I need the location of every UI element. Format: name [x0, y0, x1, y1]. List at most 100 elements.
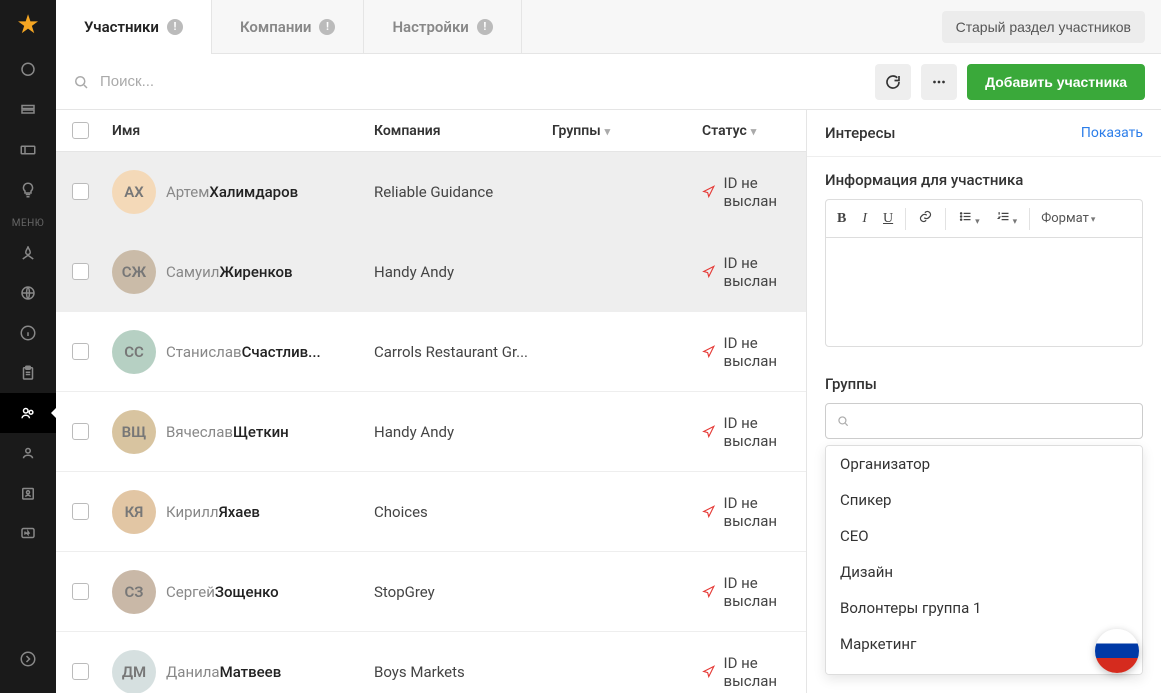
info-label: Информация для участника	[825, 171, 1143, 189]
bold-button[interactable]: B	[830, 207, 853, 231]
info-section: Информация для участника B I U ▾ ▾	[807, 157, 1161, 361]
tab-label: Настройки	[392, 18, 468, 36]
rail-icon-idea[interactable]	[0, 170, 56, 210]
row-checkbox[interactable]	[72, 343, 89, 360]
status-text: ID не выслан	[724, 334, 806, 370]
table-row[interactable]: СЗСергей ЗощенкоStopGreyID не выслан	[56, 552, 806, 632]
table-row[interactable]: ВЩВячеслав ЩеткинHandy AndyID не выслан	[56, 392, 806, 472]
search-wrap	[72, 73, 865, 91]
rail-icon-globe[interactable]	[0, 273, 56, 313]
company-cell: Choices	[374, 503, 552, 521]
dropdown-item[interactable]: Маркетинг	[826, 626, 1142, 662]
send-icon	[702, 664, 716, 679]
format-dropdown[interactable]: Формат▾	[1035, 207, 1101, 230]
rail-icon-chat[interactable]	[0, 50, 56, 90]
last-name: Матвеев	[220, 663, 282, 681]
table-row[interactable]: КЯКирилл ЯхаевChoicesID не выслан	[56, 472, 806, 552]
show-link[interactable]: Показать	[1081, 125, 1143, 141]
col-header-name[interactable]: Имя	[102, 123, 374, 139]
company-cell: Boys Markets	[374, 663, 552, 681]
add-participant-button[interactable]: Добавить участника	[967, 64, 1145, 100]
tab-badge-icon: !	[477, 19, 493, 35]
content-area: Участники ! Компании ! Настройки ! Стары…	[56, 0, 1161, 693]
groups-search	[825, 403, 1143, 439]
col-header-company[interactable]: Компания	[374, 123, 552, 139]
rte-separator	[905, 208, 906, 230]
rail-icon-camp[interactable]	[0, 233, 56, 273]
underline-button[interactable]: U	[876, 207, 900, 231]
avatar: ВЩ	[112, 410, 156, 454]
tab-label: Компании	[240, 18, 311, 36]
rte-separator	[945, 208, 946, 230]
row-checkbox[interactable]	[72, 423, 89, 440]
tab-badge-icon: !	[167, 19, 183, 35]
tabs-row: Участники ! Компании ! Настройки ! Стары…	[56, 0, 1161, 54]
row-checkbox[interactable]	[72, 263, 89, 280]
col-header-status[interactable]: Статус▾	[702, 123, 806, 139]
company-cell: Reliable Guidance	[374, 183, 552, 201]
italic-button[interactable]: I	[855, 207, 874, 231]
search-input[interactable]	[100, 73, 865, 90]
link-button[interactable]	[911, 205, 940, 232]
row-checkbox[interactable]	[72, 583, 89, 600]
tab-participants[interactable]: Участники !	[56, 0, 212, 54]
status-text: ID не выслан	[724, 574, 806, 610]
dropdown-item[interactable]: Спикер	[826, 482, 1142, 518]
rail-icon-collapse[interactable]	[0, 639, 56, 679]
search-icon	[836, 414, 850, 428]
dropdown-item[interactable]: CEO	[826, 518, 1142, 554]
table-header: Имя Компания Группы▾ Статус▾	[56, 110, 806, 152]
row-checkbox[interactable]	[72, 663, 89, 680]
col-header-groups[interactable]: Группы▾	[552, 123, 702, 139]
interests-label: Интересы	[825, 124, 895, 142]
row-checkbox[interactable]	[72, 503, 89, 520]
tab-companies[interactable]: Компании !	[212, 0, 364, 54]
tab-settings[interactable]: Настройки !	[364, 0, 521, 54]
language-flag-button[interactable]	[1095, 629, 1139, 673]
table-row[interactable]: АХАртем ХалимдаровReliable GuidanceID не…	[56, 152, 806, 232]
dropdown-item[interactable]: Дизайн	[826, 554, 1142, 590]
more-icon	[930, 73, 948, 91]
groups-search-input[interactable]	[858, 413, 1132, 429]
rail-icon-clipboard[interactable]	[0, 353, 56, 393]
table-row[interactable]: ДМДанила МатвеевBoys MarketsID не выслан	[56, 632, 806, 693]
send-icon	[702, 424, 716, 439]
rail-icon-ticket[interactable]	[0, 130, 56, 170]
rail-icon-users[interactable]	[0, 393, 56, 433]
rail-icon-vk[interactable]	[0, 513, 56, 553]
tab-badge-icon: !	[319, 19, 335, 35]
row-checkbox[interactable]	[72, 183, 89, 200]
send-icon	[702, 344, 716, 359]
more-button[interactable]	[921, 64, 957, 100]
ol-list-icon	[996, 209, 1011, 224]
table-area: Имя Компания Группы▾ Статус▾ АХАртем Хал…	[56, 110, 807, 693]
table-body[interactable]: АХАртем ХалимдаровReliable GuidanceID не…	[56, 152, 806, 693]
status-text: ID не выслан	[724, 654, 806, 690]
dropdown-item[interactable]: Волонтеры группа 1	[826, 590, 1142, 626]
select-all-checkbox[interactable]	[72, 122, 89, 139]
rail-icon-badge[interactable]	[0, 473, 56, 513]
avatar: СЗ	[112, 570, 156, 614]
rail-icon-archive[interactable]	[0, 90, 56, 130]
avatar: СЖ	[112, 250, 156, 294]
dropdown-item[interactable]: Менеджмент	[826, 662, 1142, 675]
last-name: Зощенко	[215, 583, 279, 601]
ol-list-button[interactable]: ▾	[989, 205, 1025, 232]
app-star-icon[interactable]: ★	[16, 10, 39, 40]
company-cell: StopGrey	[374, 583, 552, 601]
old-section-button[interactable]: Старый раздел участников	[942, 11, 1145, 43]
rail-icon-info[interactable]	[0, 313, 56, 353]
status-text: ID не выслан	[724, 254, 806, 290]
table-row[interactable]: СЖСамуил ЖиренковHandy AndyID не выслан	[56, 232, 806, 312]
ul-list-button[interactable]: ▾	[951, 205, 987, 232]
table-row[interactable]: СССтанислав Счастлив...Carrols Restauran…	[56, 312, 806, 392]
send-icon	[702, 264, 716, 279]
toolbar-row: Добавить участника	[56, 54, 1161, 110]
rail-icon-users2[interactable]	[0, 433, 56, 473]
refresh-button[interactable]	[875, 64, 911, 100]
status-text: ID не выслан	[724, 494, 806, 530]
last-name: Жиренков	[219, 263, 292, 281]
dropdown-item[interactable]: Организатор	[826, 446, 1142, 482]
rte-body[interactable]	[825, 237, 1143, 347]
send-icon	[702, 184, 716, 199]
